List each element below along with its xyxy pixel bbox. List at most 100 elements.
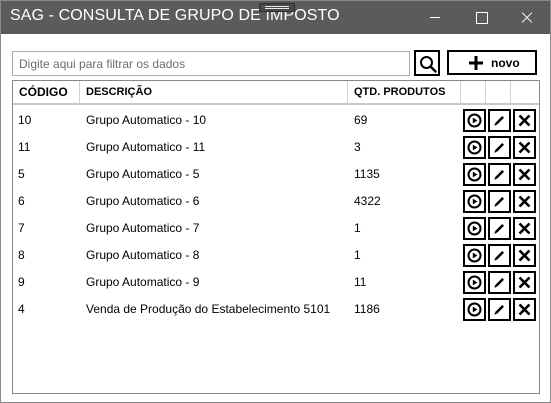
view-button[interactable] (463, 217, 486, 240)
cell-codigo: 10 (18, 113, 32, 127)
delete-button[interactable] (513, 163, 536, 186)
pencil-icon (494, 116, 504, 126)
search-icon (420, 56, 437, 73)
drag-handle-icon[interactable] (259, 3, 295, 12)
cell-descricao: Grupo Automatico - 5 (86, 167, 200, 181)
view-button[interactable] (463, 244, 486, 267)
cell-qtd-produtos: 1186 (354, 302, 380, 316)
cell-qtd-produtos: 69 (354, 113, 368, 127)
pencil-icon (494, 224, 504, 234)
minimize-button[interactable] (412, 1, 458, 34)
play-circle-icon (467, 275, 482, 290)
delete-button[interactable] (513, 109, 536, 132)
delete-button[interactable] (513, 190, 536, 213)
pencil-icon (494, 143, 504, 153)
x-icon (518, 276, 531, 289)
view-button[interactable] (463, 136, 486, 159)
cell-descricao: Grupo Automatico - 11 (86, 140, 206, 154)
play-circle-icon (467, 140, 482, 155)
cell-codigo: 8 (18, 248, 25, 262)
cell-descricao: Grupo Automatico - 7 (86, 221, 200, 235)
play-circle-icon (467, 167, 482, 182)
view-button[interactable] (463, 298, 486, 321)
pencil-icon (494, 305, 504, 315)
x-icon (518, 168, 531, 181)
play-circle-icon (467, 248, 482, 263)
cell-codigo: 11 (18, 140, 31, 154)
cell-qtd-produtos: 1 (354, 248, 361, 262)
view-button[interactable] (463, 190, 486, 213)
table-row[interactable]: 11 Grupo Automatico - 11 3 (13, 134, 539, 161)
edit-button[interactable] (488, 109, 511, 132)
cell-descricao: Grupo Automatico - 8 (86, 248, 200, 262)
view-button[interactable] (463, 271, 486, 294)
new-button[interactable]: novo (447, 50, 537, 75)
delete-button[interactable] (513, 271, 536, 294)
table-row[interactable]: 10 Grupo Automatico - 10 69 (13, 107, 539, 134)
grid-header: CÓDIGO DESCRIÇÃO QTD. PRODUTOS (13, 81, 539, 105)
play-circle-icon (467, 302, 482, 317)
pencil-icon (494, 170, 504, 180)
table-row[interactable]: 8 Grupo Automatico - 8 1 (13, 242, 539, 269)
table-row[interactable]: 6 Grupo Automatico - 6 4322 (13, 188, 539, 215)
column-header-codigo[interactable]: CÓDIGO (13, 81, 80, 103)
cell-descricao: Grupo Automatico - 10 (86, 113, 207, 127)
main-window: SAG - CONSULTA DE GRUPO DE IMPOSTO novo … (0, 0, 551, 403)
view-button[interactable] (463, 163, 486, 186)
cell-codigo: 6 (18, 194, 25, 208)
table-row[interactable]: 5 Grupo Automatico - 5 1135 (13, 161, 539, 188)
column-header-edit (486, 81, 511, 103)
grid-rows: 10 Grupo Automatico - 10 69 11 Grupo Automat… (13, 107, 539, 323)
pencil-icon (494, 251, 504, 261)
x-icon (518, 195, 531, 208)
edit-button[interactable] (488, 298, 511, 321)
cell-codigo: 5 (18, 167, 25, 181)
search-button[interactable] (414, 50, 440, 76)
delete-button[interactable] (513, 244, 536, 267)
play-circle-icon (467, 113, 482, 128)
cell-descricao: Grupo Automatico - 9 (86, 275, 200, 289)
pencil-icon (494, 278, 504, 288)
column-header-view (461, 81, 486, 103)
filter-input[interactable] (12, 51, 410, 76)
x-icon (518, 141, 531, 154)
edit-button[interactable] (488, 244, 511, 267)
edit-button[interactable] (488, 271, 511, 294)
cell-qtd-produtos: 1 (354, 221, 361, 235)
close-window-button[interactable] (504, 1, 550, 34)
x-icon (518, 249, 531, 262)
pencil-icon (494, 197, 504, 207)
cell-qtd-produtos: 1135 (354, 167, 380, 181)
cell-qtd-produtos: 11 (354, 275, 367, 289)
edit-button[interactable] (488, 136, 511, 159)
cell-descricao: Grupo Automatico - 6 (86, 194, 200, 208)
x-icon (518, 114, 531, 127)
cell-codigo: 7 (18, 221, 25, 235)
title-bar[interactable]: SAG - CONSULTA DE GRUPO DE IMPOSTO (1, 1, 550, 34)
table-row[interactable]: 7 Grupo Automatico - 7 1 (13, 215, 539, 242)
cell-qtd-produtos: 4322 (354, 194, 381, 208)
column-header-delete (511, 81, 539, 103)
edit-button[interactable] (488, 190, 511, 213)
table-row[interactable]: 4 Venda de Produção do Estabelecimento 51… (13, 296, 539, 323)
new-button-label: novo (491, 56, 520, 70)
cell-codigo: 9 (18, 275, 25, 289)
view-button[interactable] (463, 109, 486, 132)
play-circle-icon (467, 194, 482, 209)
delete-button[interactable] (513, 136, 536, 159)
play-circle-icon (467, 221, 482, 236)
column-header-descricao[interactable]: DESCRIÇÃO (80, 81, 348, 103)
column-header-qtd-produtos[interactable]: QTD. PRODUTOS (348, 81, 461, 103)
cell-descricao: Venda de Produção do Estabelecimento 510… (86, 302, 331, 316)
edit-button[interactable] (488, 163, 511, 186)
x-icon (518, 303, 531, 316)
cell-codigo: 4 (18, 302, 25, 316)
plus-icon (469, 56, 483, 70)
x-icon (518, 222, 531, 235)
delete-button[interactable] (513, 217, 536, 240)
maximize-button[interactable] (458, 1, 504, 34)
table-row[interactable]: 9 Grupo Automatico - 9 11 (13, 269, 539, 296)
delete-button[interactable] (513, 298, 536, 321)
edit-button[interactable] (488, 217, 511, 240)
data-grid[interactable]: CÓDIGO DESCRIÇÃO QTD. PRODUTOS 10 Grupo A… (12, 80, 540, 394)
